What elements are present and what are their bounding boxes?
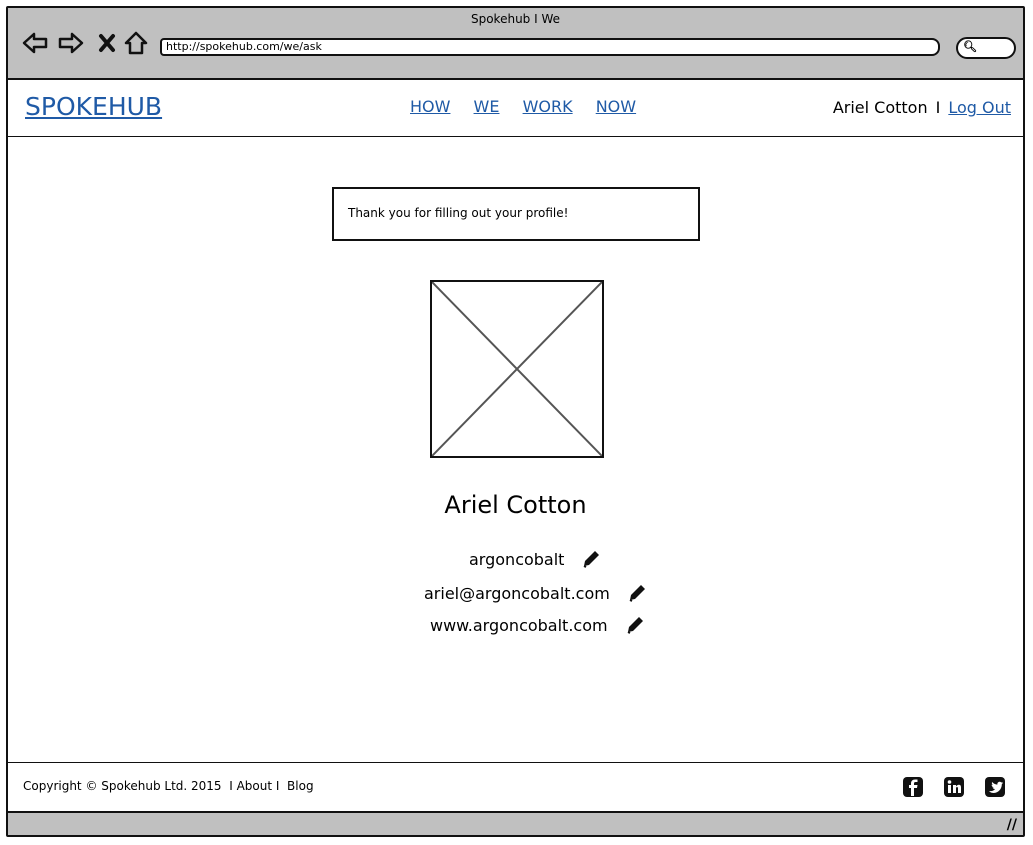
- user-menu: Ariel Cotton I Log Out: [833, 98, 1011, 117]
- profile-name: Ariel Cotton: [444, 491, 587, 519]
- profile-email: ariel@argoncobalt.com: [424, 583, 610, 603]
- about-link[interactable]: About: [237, 779, 272, 793]
- window-title: Spokehub I We: [470, 12, 561, 26]
- twitter-icon[interactable]: [984, 776, 1006, 798]
- site-header: SPOKEHUB HOW WE WORK NOW Ariel Cotton I Lo…: [8, 80, 1023, 137]
- profile-image-placeholder[interactable]: [430, 280, 604, 458]
- nav-item-now[interactable]: NOW: [596, 97, 636, 116]
- footer-links: Copyright © Spokehub Ltd. 2015 I About I…: [23, 779, 314, 793]
- image-placeholder-icon: [432, 282, 602, 456]
- copyright-text: Copyright © Spokehub Ltd. 2015: [23, 779, 222, 793]
- forward-icon[interactable]: [56, 30, 86, 56]
- main-nav: HOW WE WORK NOW: [410, 97, 654, 116]
- edit-username-pencil-icon[interactable]: [580, 548, 602, 570]
- browser-status-bar: //: [8, 811, 1023, 835]
- username-row: argoncobalt: [469, 548, 602, 570]
- edit-website-pencil-icon[interactable]: [624, 614, 646, 636]
- stop-icon[interactable]: [96, 30, 118, 56]
- browser-window: Spokehub I We http://spokehub.com/we/ask…: [6, 6, 1025, 837]
- facebook-icon[interactable]: [902, 776, 924, 798]
- nav-item-how[interactable]: HOW: [410, 97, 450, 116]
- logout-link[interactable]: Log Out: [948, 98, 1011, 117]
- site-logo[interactable]: SPOKEHUB: [25, 92, 162, 121]
- success-notice: Thank you for filling out your profile!: [332, 187, 700, 241]
- site-footer: Copyright © Spokehub Ltd. 2015 I About I…: [8, 762, 1023, 813]
- edit-email-pencil-icon[interactable]: [626, 582, 648, 604]
- blog-link[interactable]: Blog: [287, 779, 314, 793]
- current-user-name: Ariel Cotton: [832, 98, 928, 117]
- resize-grip-icon[interactable]: //: [1007, 817, 1017, 833]
- browser-search-box[interactable]: 🔍︎: [956, 37, 1016, 59]
- profile-website: www.argoncobalt.com: [430, 615, 608, 635]
- website-row: www.argoncobalt.com: [430, 614, 646, 636]
- browser-toolbar: Spokehub I We http://spokehub.com/we/ask…: [8, 8, 1023, 80]
- nav-item-we[interactable]: WE: [474, 97, 500, 116]
- linkedin-icon[interactable]: [943, 776, 965, 798]
- back-icon[interactable]: [20, 30, 50, 56]
- nav-item-work[interactable]: WORK: [523, 97, 573, 116]
- separator: I: [935, 98, 941, 117]
- email-row: ariel@argoncobalt.com: [424, 582, 648, 604]
- home-icon[interactable]: [122, 30, 150, 56]
- search-icon: 🔍︎: [963, 40, 977, 53]
- address-bar[interactable]: http://spokehub.com/we/ask: [160, 38, 940, 56]
- profile-username: argoncobalt: [469, 549, 565, 569]
